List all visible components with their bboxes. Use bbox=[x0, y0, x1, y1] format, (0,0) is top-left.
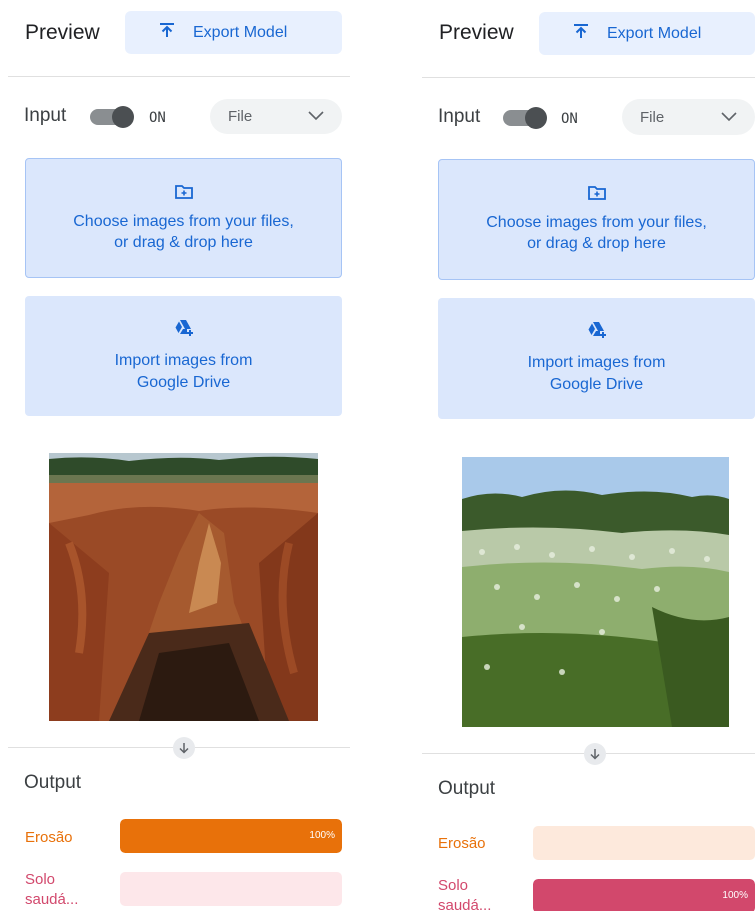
output-label: Output bbox=[24, 772, 82, 793]
arrow-down-icon bbox=[584, 743, 606, 765]
preview-image-vegetation bbox=[462, 457, 729, 727]
arrow-down-icon bbox=[173, 737, 195, 759]
confidence-percent: 100% bbox=[309, 830, 335, 841]
input-source-select[interactable]: File bbox=[622, 99, 755, 135]
panel-title: Preview bbox=[439, 21, 514, 44]
input-toggle[interactable] bbox=[90, 106, 134, 128]
class-label-solo-saudavel: Solo saudá... bbox=[25, 870, 78, 910]
confidence-bar-erosao: 100% bbox=[120, 819, 342, 853]
class-name: Erosão bbox=[438, 835, 486, 852]
folder-add-icon bbox=[174, 184, 193, 205]
google-drive-import-button[interactable]: Import images from Google Drive bbox=[25, 296, 342, 416]
toggle-state-label: ON bbox=[149, 110, 166, 126]
upload-arrow-icon bbox=[573, 23, 589, 44]
input-toggle[interactable] bbox=[503, 107, 547, 129]
file-upload-dropzone[interactable]: Choose images from your files, or drag &… bbox=[438, 159, 755, 280]
class-name: Erosão bbox=[25, 829, 73, 846]
export-model-button[interactable]: Export Model bbox=[125, 11, 342, 54]
drive-text-line2: Google Drive bbox=[136, 373, 231, 391]
class-name-line2: saudá... bbox=[25, 891, 79, 908]
file-upload-dropzone[interactable]: Choose images from your files, or drag &… bbox=[25, 158, 342, 278]
confidence-bar-solo-saudavel: 100% bbox=[533, 879, 755, 911]
input-label: Input bbox=[438, 106, 481, 127]
class-label-solo-saudavel: Solo saudá... bbox=[438, 876, 491, 911]
folder-add-icon bbox=[587, 185, 606, 206]
header-divider bbox=[8, 76, 350, 77]
google-drive-add-icon bbox=[174, 319, 194, 344]
upload-text-line1: Choose images from your files, bbox=[486, 214, 707, 231]
toggle-knob bbox=[112, 106, 134, 128]
preview-panel-left: Preview Export Model Input ON File Choos… bbox=[8, 0, 350, 911]
toggle-state-label: ON bbox=[561, 111, 578, 127]
header-divider bbox=[422, 77, 755, 78]
export-model-label: Export Model bbox=[193, 23, 288, 41]
export-model-label: Export Model bbox=[607, 24, 702, 42]
google-drive-add-icon bbox=[587, 321, 607, 346]
input-label: Input bbox=[24, 105, 67, 126]
drive-text-line1: Import images from bbox=[527, 354, 666, 371]
confidence-bar-erosao bbox=[533, 826, 755, 860]
drive-text-line2: Google Drive bbox=[549, 376, 644, 393]
confidence-percent: 100% bbox=[722, 890, 748, 901]
preview-image-erosion bbox=[49, 453, 318, 721]
chevron-down-icon bbox=[308, 108, 324, 125]
input-source-select[interactable]: File bbox=[210, 99, 342, 134]
google-drive-import-button[interactable]: Import images from Google Drive bbox=[438, 298, 755, 419]
toggle-knob bbox=[525, 107, 547, 129]
class-name-line2: saudá... bbox=[438, 897, 492, 911]
drive-text-line1: Import images from bbox=[114, 351, 253, 369]
chevron-down-icon bbox=[721, 109, 737, 126]
upload-arrow-icon bbox=[159, 22, 175, 43]
panel-title: Preview bbox=[25, 21, 100, 44]
class-name: Solo bbox=[438, 877, 469, 894]
upload-text-line1: Choose images from your files, bbox=[73, 212, 294, 230]
input-source-value: File bbox=[228, 108, 253, 125]
upload-text-line2: or drag & drop here bbox=[114, 233, 253, 251]
input-source-value: File bbox=[640, 108, 665, 126]
class-label-erosao: Erosão bbox=[438, 834, 486, 854]
confidence-bar-solo-saudavel bbox=[120, 872, 342, 906]
upload-text-line2: or drag & drop here bbox=[527, 235, 666, 252]
export-model-button[interactable]: Export Model bbox=[539, 12, 755, 55]
preview-panel-right: Preview Export Model Input ON File Choos… bbox=[422, 0, 755, 911]
output-label: Output bbox=[438, 778, 496, 799]
class-name: Solo bbox=[25, 871, 56, 888]
class-label-erosao: Erosão bbox=[25, 828, 73, 848]
